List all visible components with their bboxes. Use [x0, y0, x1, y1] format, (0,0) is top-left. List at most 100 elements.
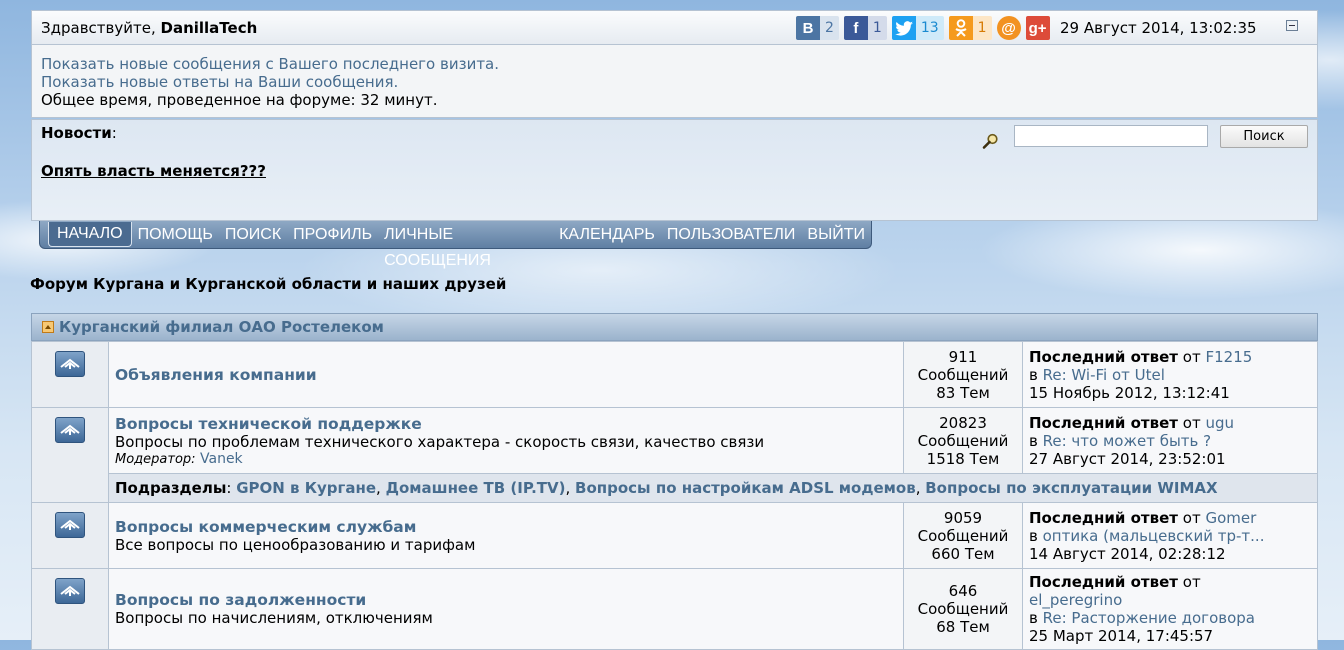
topic-count-label: Тем — [969, 449, 1000, 468]
last-post-user-link[interactable]: el_peregrino — [1029, 591, 1122, 609]
board-stats: 911 Сообщений 83 Тем — [903, 341, 1023, 408]
menu-item-members[interactable]: ПОЛЬЗОВАТЕЛИ — [661, 222, 802, 248]
topic-count: 83 — [936, 383, 956, 402]
twitter-icon — [891, 16, 916, 40]
vk-icon: В — [796, 16, 820, 40]
odnoklassniki-count: 1 — [972, 16, 992, 40]
board-name-link[interactable]: Объявления компании — [115, 366, 317, 384]
board-read-icon[interactable] — [55, 578, 85, 604]
board-row: Вопросы по задолженности Вопросы по начи… — [31, 568, 1318, 650]
news-label: Новости: — [41, 124, 117, 142]
board-name-link[interactable]: Вопросы коммерческим службам — [115, 518, 416, 536]
subboards-row: Подразделы: GPON в Кургане, Домашнее ТВ … — [32, 473, 1318, 503]
new-replies-link[interactable]: Показать новые ответы на Ваши сообщения. — [41, 73, 398, 91]
menu-item-home[interactable]: НАЧАЛО — [48, 222, 132, 247]
board-read-icon[interactable] — [55, 512, 85, 538]
in-label: в — [1029, 431, 1038, 450]
last-post-label: Последний ответ — [1029, 413, 1178, 432]
news-headline[interactable]: Опять власть меняется??? — [41, 162, 266, 180]
last-post-user-link[interactable]: F1215 — [1205, 348, 1252, 366]
topic-count-label: Тем — [960, 618, 990, 636]
board-stats: 20823 Сообщений 1518 Тем — [903, 407, 1023, 474]
in-label: в — [1029, 609, 1038, 627]
board-read-icon[interactable] — [55, 351, 85, 377]
board-row: Вопросы технической поддержке Вопросы по… — [31, 407, 1318, 503]
last-post-user-link[interactable]: Gomer — [1205, 509, 1256, 527]
board-info: Вопросы по задолженности Вопросы по начи… — [108, 568, 904, 650]
board-info: Вопросы технической поддержке Вопросы по… — [108, 407, 904, 474]
vk-share-button[interactable]: В2 — [796, 16, 839, 40]
menu-item-calendar[interactable]: КАЛЕНДАРЬ — [553, 222, 661, 248]
menu-item-profile[interactable]: ПРОФИЛЬ — [287, 222, 378, 248]
in-label: в — [1029, 365, 1038, 384]
googleplus-icon: g+ — [1025, 16, 1050, 40]
twitter-share-button[interactable]: 13 — [891, 16, 944, 40]
board-table: Объявления компании 911 Сообщений 83 Тем… — [31, 341, 1318, 650]
board-name-link[interactable]: Вопросы по задолженности — [115, 591, 366, 609]
board-icon-cell — [31, 568, 109, 650]
subboard-link[interactable]: Домашнее ТВ (IP.TV) — [386, 479, 566, 497]
search-button[interactable]: Поиск — [1220, 125, 1308, 148]
category-title[interactable]: Курганский филиал ОАО Ростелеком — [59, 318, 384, 336]
subboard-link[interactable]: Вопросы по эксплуатации WIMAX — [925, 479, 1217, 497]
subboard-link[interactable]: Вопросы по настройкам ADSL модемов — [575, 479, 916, 497]
post-count: 911 — [948, 347, 978, 366]
googleplus-share-button[interactable]: g+ — [1025, 16, 1050, 40]
last-post-date: 27 Август 2014, 23:52:01 — [1029, 449, 1226, 468]
greeting-text: Здравствуйте, — [41, 19, 161, 37]
menu-item-search[interactable]: ПОИСК — [219, 222, 287, 248]
from-label: от — [1182, 573, 1201, 591]
last-post-label: Последний ответ — [1029, 573, 1178, 591]
board-read-icon[interactable] — [55, 417, 85, 443]
news-label-text: Новости — [41, 124, 112, 142]
category-header: Курганский филиал ОАО Ростелеком — [31, 313, 1318, 341]
last-post-topic-link[interactable]: Re: что может быть ? — [1043, 432, 1212, 450]
post-count: 9059 — [943, 508, 983, 527]
post-count-label: Сообщений — [917, 365, 1009, 384]
menu-item-messages[interactable]: ЛИЧНЫЕ СООБЩЕНИЯ — [378, 222, 553, 269]
board-row: Объявления компании 911 Сообщений 83 Тем… — [31, 341, 1318, 408]
last-post-label: Последний ответ — [1029, 347, 1178, 366]
from-label: от — [1182, 508, 1201, 527]
last-post-topic-link[interactable]: оптика (мальцевский тр-т... — [1043, 527, 1265, 545]
board-stats: 9059 Сообщений 660 Тем — [903, 502, 1023, 569]
board-info: Вопросы коммерческим службам Все вопросы… — [108, 502, 904, 569]
board-stats: 646 Сообщений 68 Тем — [903, 568, 1023, 650]
odnoklassniki-icon — [948, 16, 973, 40]
board-icon-cell — [31, 341, 109, 408]
subboard-link[interactable]: GPON в Кургане — [236, 479, 376, 497]
board-name-link[interactable]: Вопросы технической поддержке — [115, 415, 422, 433]
board-description: Все вопросы по ценообразованию и тарифам — [115, 535, 476, 554]
social-counters: В2 f1 13 1 @ g+ — [796, 16, 1050, 40]
menu-item-logout[interactable]: ВЫЙТИ — [801, 222, 871, 248]
topic-count-label: Тем — [960, 383, 990, 402]
mailru-share-button[interactable]: @ — [996, 16, 1021, 40]
last-post: Последний ответ от Gomer в оптика (мальц… — [1022, 502, 1318, 569]
new-posts-link[interactable]: Показать новые сообщения с Вашего послед… — [41, 55, 499, 73]
post-count: 20823 — [939, 413, 987, 432]
last-post-topic-link[interactable]: Re: Wi-Fi от Utel — [1043, 366, 1165, 384]
moderator-link[interactable]: Vanek — [200, 451, 243, 467]
last-post-user-link[interactable]: ugu — [1205, 414, 1234, 432]
facebook-icon: f — [843, 16, 868, 40]
last-post-topic-link[interactable]: Re: Расторжение договора — [1043, 609, 1255, 627]
topic-count: 1518 — [926, 449, 965, 468]
facebook-share-button[interactable]: f1 — [843, 16, 887, 40]
post-count: 646 — [948, 582, 978, 600]
last-post: Последний ответ от el_peregrino в Re: Ра… — [1022, 568, 1318, 650]
moderator-label: Модератор: — [115, 451, 196, 467]
time-online: Общее время, проведенное на форуме: 32 м… — [41, 91, 438, 109]
collapse-category-icon[interactable] — [42, 321, 54, 333]
last-post-date: 14 Август 2014, 02:28:12 — [1029, 544, 1226, 563]
topic-count-label: Тем — [964, 544, 995, 563]
menu-item-help[interactable]: ПОМОЩЬ — [132, 222, 219, 248]
in-label: в — [1029, 526, 1038, 545]
subboards-label: Подразделы — [115, 479, 227, 497]
post-count-label: Сообщений — [917, 526, 1009, 545]
topic-count: 660 — [931, 544, 961, 563]
search-input[interactable] — [1014, 125, 1208, 147]
odnoklassniki-share-button[interactable]: 1 — [948, 16, 992, 40]
from-label: от — [1182, 413, 1201, 432]
board-description: Вопросы по проблемам технического характ… — [115, 432, 765, 451]
collapse-icon[interactable] — [1286, 20, 1298, 31]
